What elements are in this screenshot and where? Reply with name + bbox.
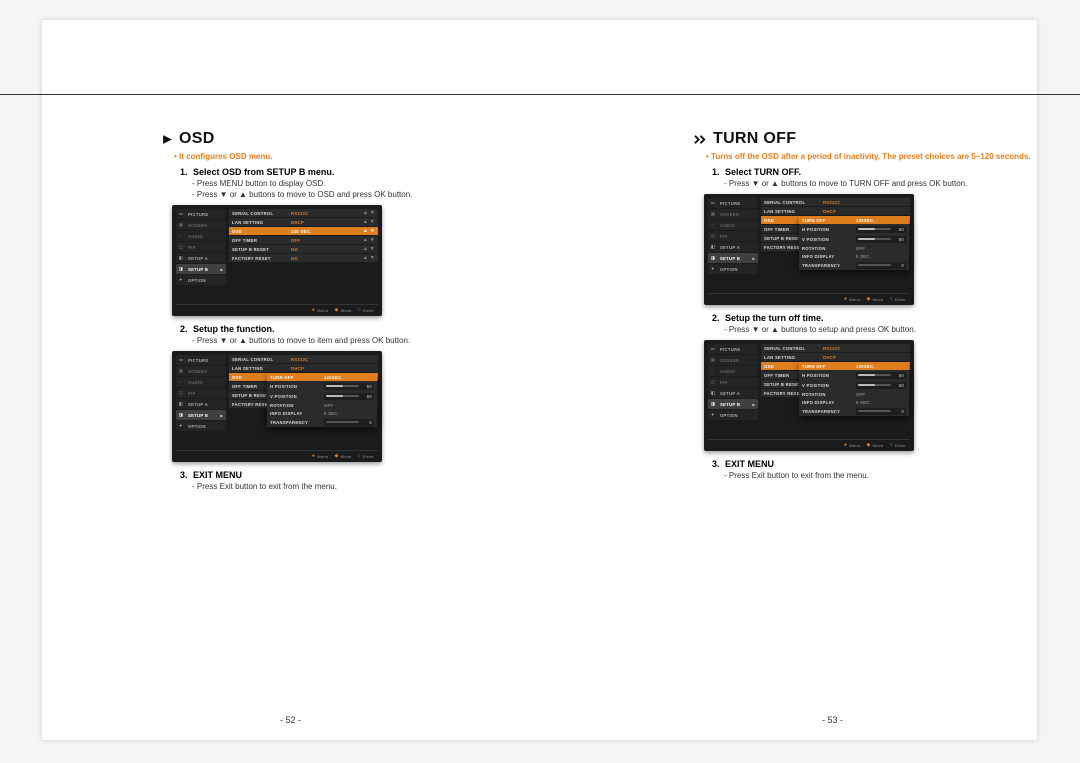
step-3: 3. EXIT MENU (712, 459, 1080, 469)
osd-nav: ▭PICTURE ▦SCREEN ♪AUDIO ◫PIP ◧SETUP A ◨S… (176, 209, 226, 301)
title-text: OSD (179, 130, 215, 148)
nav-option: ✦OPTION (176, 275, 226, 285)
step-2: 2. Setup the function. (180, 324, 592, 334)
step-1: 1. Select TURN OFF. (712, 167, 1080, 177)
step-number: 1. (180, 167, 188, 177)
step-label: Select OSD from SETUP B menu. (193, 167, 334, 177)
step-2: 2. Setup the turn off time. (712, 313, 1080, 323)
intro-text: Turns off the OSD after a period of inac… (706, 152, 1080, 161)
intro-text: It configures OSD menu. (174, 152, 592, 161)
substep: Press ▼ or ▲ buttons to move to item and… (192, 336, 592, 345)
substep: Press MENU button to display OSD. (192, 179, 592, 188)
osd-footer: ●Menu ◆Move ○Enter (176, 304, 378, 316)
section-title-osd: OSD (162, 130, 592, 148)
osd-content: SERIAL CONTROLRS232C▲ ▼ LAN SETTINGDHCP▲… (229, 209, 378, 301)
osd-submenu: TURN OFF120SEC. H POSITION50 V POSITION5… (799, 216, 909, 270)
header-rule (0, 94, 1080, 95)
step-1: 1. Select OSD from SETUP B menu. (180, 167, 592, 177)
step-label: EXIT MENU (193, 470, 242, 480)
page-number-left: - 52 - (280, 715, 301, 725)
page-number-right: - 53 - (822, 715, 843, 725)
step-3: 3. EXIT MENU (180, 470, 592, 480)
substep: Press ▼ or ▲ buttons to move to OSD and … (192, 190, 592, 199)
nav-setupa: ◧SETUP A (176, 253, 226, 263)
step-label: EXIT MENU (725, 459, 774, 469)
nav-screen: ▦SCREEN (176, 220, 226, 230)
nav-pip: ◫PIP (176, 242, 226, 252)
right-column: TURN OFF Turns off the OSD after a perio… (694, 130, 1080, 482)
triangle-right-icon (162, 134, 173, 145)
osd-screenshot: ▭PICTURE ▦SCREEN ♪AUDIO ◫PIP ◧SETUP A ◨S… (704, 194, 914, 305)
substep: Press Exit button to exit from the menu. (724, 471, 1080, 480)
nav-audio: ♪AUDIO (176, 231, 226, 241)
osd-screenshot: ▭PICTURE ▦SCREEN ♪AUDIO ◫PIP ◧SETUP A ◨S… (172, 351, 382, 462)
step-label: Select TURN OFF. (725, 167, 801, 177)
osd-submenu: TURN OFF120SEC. H POSITION50 V POSITION5… (799, 362, 909, 416)
nav-setupb: ◨SETUP B▸ (176, 264, 226, 274)
section-title-turnoff: TURN OFF (694, 130, 1080, 148)
step-label: Setup the function. (193, 324, 275, 334)
osd-screenshot: ▭PICTURE ▦SCREEN ♪AUDIO ◫PIP ◧SETUP A ◨S… (172, 205, 382, 316)
left-column: OSD It configures OSD menu. 1. Select OS… (162, 130, 592, 493)
title-text: TURN OFF (713, 130, 796, 148)
osd-screenshot: ▭PICTURE ▦SCREEN ♪AUDIO ◫PIP ◧SETUP A ◨S… (704, 340, 914, 451)
step-label: Setup the turn off time. (725, 313, 824, 323)
substep: Press ▼ or ▲ buttons to move to TURN OFF… (724, 179, 1080, 188)
substep: Press ▼ or ▲ buttons to setup and press … (724, 325, 1080, 334)
nav-picture: ▭PICTURE (176, 209, 226, 219)
step-number: 2. (180, 324, 188, 334)
substep: Press Exit button to exit from the menu. (192, 482, 592, 491)
row-osd-highlight: OSD120 SEC.▲ ▼ (229, 227, 378, 235)
step-number: 3. (180, 470, 188, 480)
osd-submenu: TURN OFF120SEC. H POSITION50 V POSITION5… (267, 373, 377, 427)
chevron-double-right-icon (694, 134, 707, 145)
